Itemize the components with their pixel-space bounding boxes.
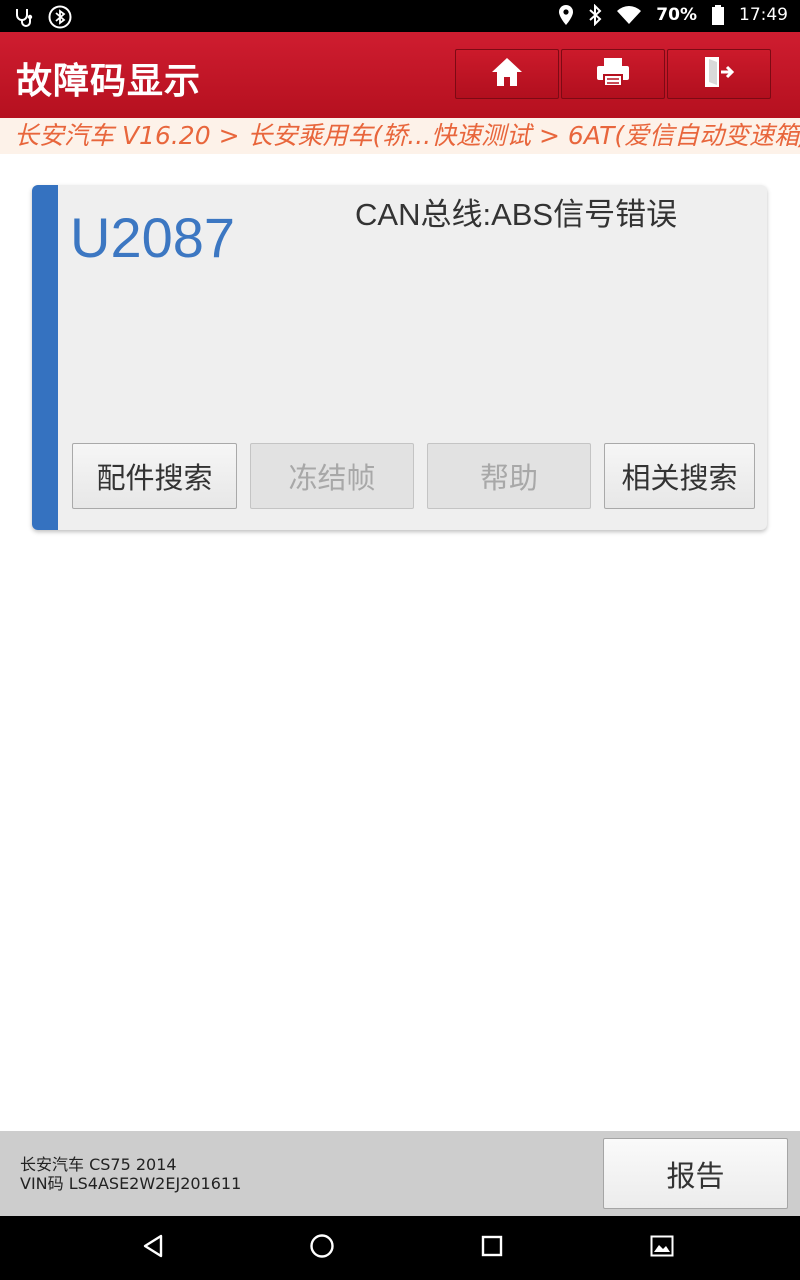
location-icon bbox=[558, 4, 574, 26]
home-button[interactable] bbox=[455, 49, 559, 99]
back-button[interactable] bbox=[135, 1230, 171, 1266]
footer-bar: 长安汽车 CS75 2014 VIN码 LS4ASE2W2EJ201611 报告 bbox=[0, 1131, 800, 1216]
back-triangle-icon bbox=[141, 1233, 165, 1263]
recents-button[interactable] bbox=[474, 1230, 510, 1266]
image-icon bbox=[650, 1235, 674, 1261]
home-circle-icon bbox=[309, 1233, 335, 1263]
page-title: 故障码显示 bbox=[16, 61, 202, 102]
battery-icon bbox=[711, 4, 725, 26]
exit-button[interactable] bbox=[667, 49, 771, 99]
dtc-description: CAN总线:ABS信号错误 bbox=[355, 197, 678, 232]
recents-square-icon bbox=[481, 1235, 503, 1261]
print-icon bbox=[595, 56, 631, 92]
exit-icon bbox=[701, 55, 737, 93]
bluetooth-icon bbox=[588, 4, 602, 26]
dtc-code: U2087 bbox=[70, 206, 236, 269]
vin-number: VIN码 LS4ASE2W2EJ201611 bbox=[20, 1174, 242, 1193]
app-header: 故障码显示 bbox=[0, 32, 800, 118]
vehicle-info: 长安汽车 CS75 2014 VIN码 LS4ASE2W2EJ201611 bbox=[20, 1155, 241, 1193]
print-button[interactable] bbox=[561, 49, 665, 99]
home-nav-button[interactable] bbox=[304, 1230, 340, 1266]
header-toolbar bbox=[455, 49, 771, 99]
clock: 17:49 bbox=[739, 5, 788, 25]
navigation-bar bbox=[0, 1216, 800, 1280]
breadcrumb: 长安汽车 V16.20 > 长安乘用车(轿...快速测试 > 6AT(爱信自动变… bbox=[0, 118, 800, 154]
status-bar: 70% 17:49 bbox=[0, 0, 800, 32]
screenshot-button[interactable] bbox=[644, 1230, 680, 1266]
vehicle-model: 长安汽车 CS75 2014 bbox=[20, 1155, 177, 1174]
parts-search-button[interactable]: 配件搜索 bbox=[72, 443, 237, 509]
bluetooth-circle-icon bbox=[48, 5, 72, 29]
freeze-frame-button[interactable]: 冻结帧 bbox=[250, 443, 414, 509]
card-accent-bar bbox=[32, 185, 58, 530]
battery-percent: 70% bbox=[656, 5, 697, 25]
dtc-card: U2087 CAN总线:ABS信号错误 配件搜索 冻结帧 帮助 相关搜索 bbox=[32, 185, 767, 530]
related-search-button[interactable]: 相关搜索 bbox=[604, 443, 755, 509]
report-button[interactable]: 报告 bbox=[603, 1138, 788, 1209]
home-icon bbox=[490, 56, 524, 92]
stethoscope-icon bbox=[14, 7, 36, 27]
help-button[interactable]: 帮助 bbox=[427, 443, 591, 509]
wifi-icon bbox=[616, 5, 642, 25]
